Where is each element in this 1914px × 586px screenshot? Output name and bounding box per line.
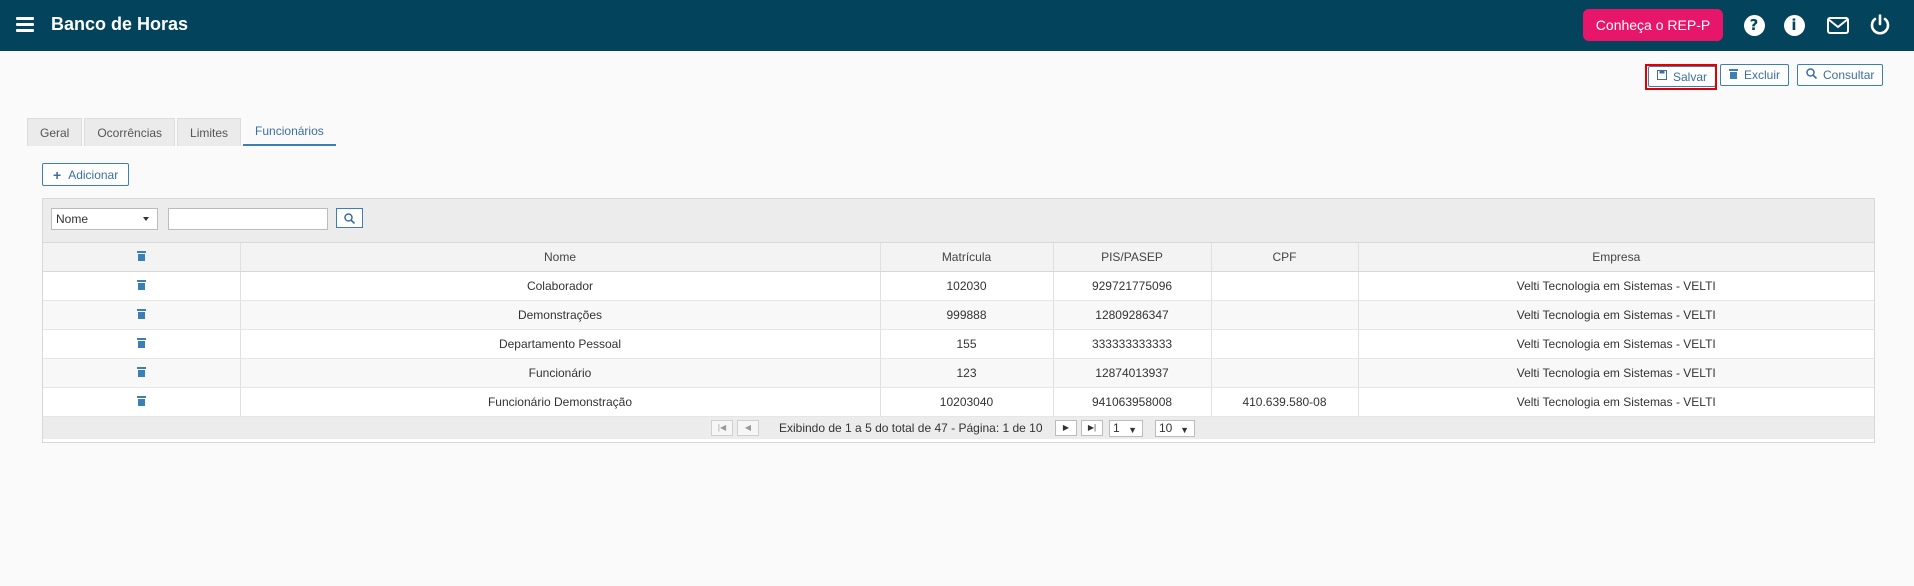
cell-nome: Funcionário Demonstração [240, 387, 881, 417]
cell-nome: Departamento Pessoal [240, 329, 881, 359]
column-header-pis[interactable]: PIS/PASEP [1053, 243, 1212, 272]
plus-icon: + [53, 166, 62, 183]
tab-bar: Geral Ocorrências Limites Funcionários [27, 118, 338, 146]
cell-cpf [1211, 271, 1359, 301]
page-title: Banco de Horas [51, 14, 189, 34]
tab-geral[interactable]: Geral [27, 118, 83, 146]
consult-label: Consultar [1823, 68, 1875, 82]
trash-icon [1729, 68, 1738, 82]
tab-ocorrencias[interactable]: Ocorrências [84, 118, 176, 146]
cell-nome: Colaborador [240, 271, 881, 301]
column-header-delete[interactable] [43, 243, 241, 272]
trash-icon [136, 337, 146, 348]
trash-icon [136, 395, 146, 406]
power-icon[interactable] [1868, 13, 1892, 37]
filter-input[interactable] [168, 208, 328, 230]
cell-cpf: 410.639.580-08 [1211, 387, 1359, 417]
tab-funcionarios[interactable]: Funcionários [243, 118, 336, 146]
delete-button[interactable]: Excluir [1720, 64, 1790, 86]
add-label: Adicionar [68, 167, 119, 182]
cell-nome: Demonstrações [240, 300, 881, 330]
cell-pis: 333333333333 [1053, 329, 1212, 359]
save-button-highlight [1645, 64, 1717, 90]
cell-matricula: 10203040 [880, 387, 1054, 417]
cell-pis: 941063958008 [1053, 387, 1212, 417]
table-row[interactable]: Departamento Pessoal 155 333333333333 Ve… [43, 329, 1874, 359]
info-icon[interactable]: i [1782, 13, 1806, 37]
search-icon [344, 212, 355, 224]
delete-row-button[interactable] [43, 329, 241, 359]
cell-empresa: Velti Tecnologia em Sistemas - VELTI [1358, 387, 1874, 417]
cell-nome: Funcionário [240, 358, 881, 388]
first-page-button[interactable]: |◀ [711, 419, 733, 436]
delete-row-button[interactable] [43, 300, 241, 330]
filter-field-select[interactable]: Nome [51, 208, 158, 230]
cell-matricula: 999888 [880, 300, 1054, 330]
employees-table: Nome Matrícula PIS/PASEP CPF Empresa Col… [43, 243, 1874, 417]
pagination-info: Exibindo de 1 a 5 do total de 47 - Págin… [779, 420, 1043, 435]
consult-button[interactable]: Consultar [1797, 64, 1884, 86]
cell-cpf [1211, 329, 1359, 359]
table-row[interactable]: Funcionário Demonstração 10203040 941063… [43, 387, 1874, 417]
column-header-empresa[interactable]: Empresa [1358, 243, 1874, 272]
rep-p-button[interactable]: Conheça o REP-P [1583, 9, 1723, 41]
delete-row-button[interactable] [43, 358, 241, 388]
pagination-bar: |◀ ◀ Exibindo de 1 a 5 do total de 47 - … [43, 416, 1874, 439]
delete-row-button[interactable] [43, 271, 241, 301]
next-page-button[interactable]: ▶ [1055, 419, 1077, 436]
table-row[interactable]: Funcionário 123 12874013937 Velti Tecnol… [43, 358, 1874, 388]
cell-empresa: Velti Tecnologia em Sistemas - VELTI [1358, 271, 1874, 301]
caret-down-icon [143, 217, 149, 221]
trash-icon [136, 279, 146, 290]
prev-page-button[interactable]: ◀ [737, 419, 759, 436]
add-button[interactable]: + Adicionar [42, 163, 130, 186]
page-select[interactable]: 1 ▼ [1109, 419, 1143, 437]
trash-icon [136, 308, 146, 319]
tab-limites[interactable]: Limites [177, 118, 242, 146]
page-select-value: 1 [1113, 421, 1120, 435]
chevron-down-icon: ▼ [1180, 424, 1189, 435]
cell-matricula: 102030 [880, 271, 1054, 301]
page-size-value: 10 [1159, 421, 1173, 435]
trash-icon [136, 250, 146, 261]
cell-empresa: Velti Tecnologia em Sistemas - VELTI [1358, 300, 1874, 330]
last-page-button[interactable]: ▶| [1081, 419, 1103, 436]
page-size-select[interactable]: 10 ▼ [1155, 419, 1195, 437]
column-header-matricula[interactable]: Matrícula [880, 243, 1054, 272]
mail-icon[interactable] [1826, 13, 1850, 37]
cell-empresa: Velti Tecnologia em Sistemas - VELTI [1358, 358, 1874, 388]
delete-row-button[interactable] [43, 387, 241, 417]
table-header-row: Nome Matrícula PIS/PASEP CPF Empresa [43, 243, 1874, 272]
top-bar: Banco de Horas Conheça o REP-P ? i [0, 0, 1914, 51]
delete-label: Excluir [1744, 68, 1781, 82]
table-row[interactable]: Demonstrações 999888 12809286347 Velti T… [43, 300, 1874, 330]
cell-cpf [1211, 358, 1359, 388]
employees-grid: Nome Nome Matrícula PIS/PASEP CPF Empres… [42, 198, 1875, 443]
cell-pis: 12809286347 [1053, 300, 1212, 330]
grid-search-button[interactable] [336, 208, 363, 228]
cell-pis: 929721775096 [1053, 271, 1212, 301]
trash-icon [136, 366, 146, 377]
grid-toolbar: Nome [43, 199, 1874, 243]
column-header-nome[interactable]: Nome [240, 243, 881, 272]
cell-pis: 12874013937 [1053, 358, 1212, 388]
filter-field-value: Nome [56, 212, 89, 226]
table-row[interactable]: Colaborador 102030 929721775096 Velti Te… [43, 271, 1874, 301]
chevron-down-icon: ▼ [1128, 424, 1137, 435]
help-icon[interactable]: ? [1742, 13, 1766, 37]
cell-cpf [1211, 300, 1359, 330]
cell-matricula: 123 [880, 358, 1054, 388]
column-header-cpf[interactable]: CPF [1211, 243, 1359, 272]
cell-matricula: 155 [880, 329, 1054, 359]
search-icon [1806, 68, 1818, 82]
menu-icon[interactable] [16, 17, 34, 32]
cell-empresa: Velti Tecnologia em Sistemas - VELTI [1358, 329, 1874, 359]
